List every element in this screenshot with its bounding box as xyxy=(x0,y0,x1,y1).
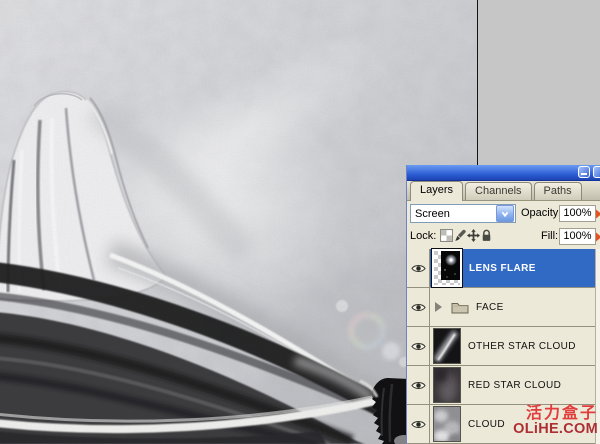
layer-name[interactable]: FACE xyxy=(476,302,504,313)
eye-icon xyxy=(411,302,426,313)
layers-panel: Layers Channels Paths Screen Opacity: 10… xyxy=(406,165,600,444)
watermark-domain: OLiHE.COM xyxy=(513,422,598,437)
eye-icon xyxy=(411,419,426,430)
orange-arrow-icon[interactable] xyxy=(596,230,600,242)
fill-field[interactable]: 100% xyxy=(559,228,596,245)
panel-tabs: Layers Channels Paths xyxy=(407,181,600,201)
visibility-toggle[interactable] xyxy=(407,366,430,404)
blend-mode-value: Screen xyxy=(411,208,496,220)
tab-channels[interactable]: Channels xyxy=(465,182,531,200)
visibility-toggle[interactable] xyxy=(407,249,430,287)
layer-row-other-star-cloud[interactable]: OTHER STAR CLOUD xyxy=(407,327,600,366)
layer-row-red-star-cloud[interactable]: RED STAR CLOUD xyxy=(407,366,600,405)
chevron-down-icon[interactable] xyxy=(496,205,514,222)
orange-arrow-icon[interactable] xyxy=(596,207,600,219)
workspace-background xyxy=(478,0,600,165)
canvas-edge xyxy=(477,0,478,165)
layer-name[interactable]: LENS FLARE xyxy=(469,263,536,274)
folder-icon xyxy=(451,301,469,314)
minimize-button[interactable] xyxy=(578,166,590,178)
lock-move-icon[interactable] xyxy=(467,229,480,242)
eye-icon xyxy=(411,380,426,391)
eye-icon xyxy=(411,341,426,352)
layer-row-lens-flare[interactable]: LENS FLARE xyxy=(407,249,600,288)
layer-thumbnail[interactable] xyxy=(433,328,461,364)
blend-mode-select[interactable]: Screen xyxy=(410,204,516,223)
layer-thumbnail[interactable] xyxy=(432,249,462,287)
lock-all-icon[interactable] xyxy=(480,229,493,242)
layer-controls: Screen Opacity: 100% Lock: xyxy=(407,201,600,250)
visibility-toggle[interactable] xyxy=(407,327,430,365)
lock-paint-icon[interactable] xyxy=(454,229,467,242)
layer-name[interactable]: RED STAR CLOUD xyxy=(468,380,561,391)
layer-name[interactable]: OTHER STAR CLOUD xyxy=(468,341,576,352)
close-button[interactable] xyxy=(593,166,600,178)
watermark-chinese: 活力盒子 xyxy=(513,406,598,422)
visibility-toggle[interactable] xyxy=(407,288,430,326)
photoshop-workspace: Layers Channels Paths Screen Opacity: 10… xyxy=(0,0,600,444)
triangle-right-icon[interactable] xyxy=(435,302,442,312)
panel-titlebar[interactable] xyxy=(407,165,600,181)
layer-row-face[interactable]: FACE xyxy=(407,288,600,327)
eye-icon xyxy=(411,263,426,274)
layer-thumbnail[interactable] xyxy=(433,367,461,403)
layer-name[interactable]: CLOUD xyxy=(468,419,505,430)
layer-thumbnail[interactable] xyxy=(433,406,461,442)
fill-label: Fill: xyxy=(541,230,557,242)
tab-paths[interactable]: Paths xyxy=(534,182,582,200)
opacity-label: Opacity: xyxy=(521,207,561,219)
tab-layers[interactable]: Layers xyxy=(410,181,463,201)
lock-label: Lock: xyxy=(410,230,436,242)
visibility-toggle[interactable] xyxy=(407,405,430,443)
opacity-field[interactable]: 100% xyxy=(559,205,596,222)
watermark: 活力盒子 OLiHE.COM xyxy=(513,406,598,437)
lock-transparency-icon[interactable] xyxy=(440,229,453,242)
